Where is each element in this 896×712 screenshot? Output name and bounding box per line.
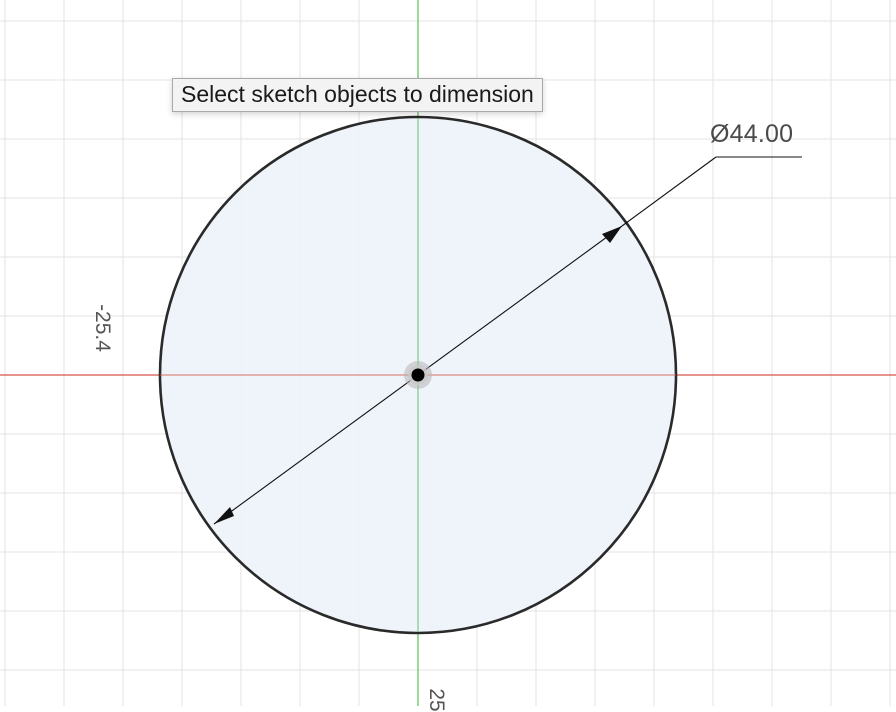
dimension-leader-line xyxy=(621,156,717,227)
diameter-dimension-label[interactable]: Ø44.00 xyxy=(710,120,793,149)
origin-point-icon[interactable] xyxy=(404,361,432,389)
tooltip: Select sketch objects to dimension xyxy=(172,78,543,112)
ruler-label-horizontal: 25 xyxy=(425,688,448,712)
ruler-label-vertical: -25.4 xyxy=(91,304,114,352)
